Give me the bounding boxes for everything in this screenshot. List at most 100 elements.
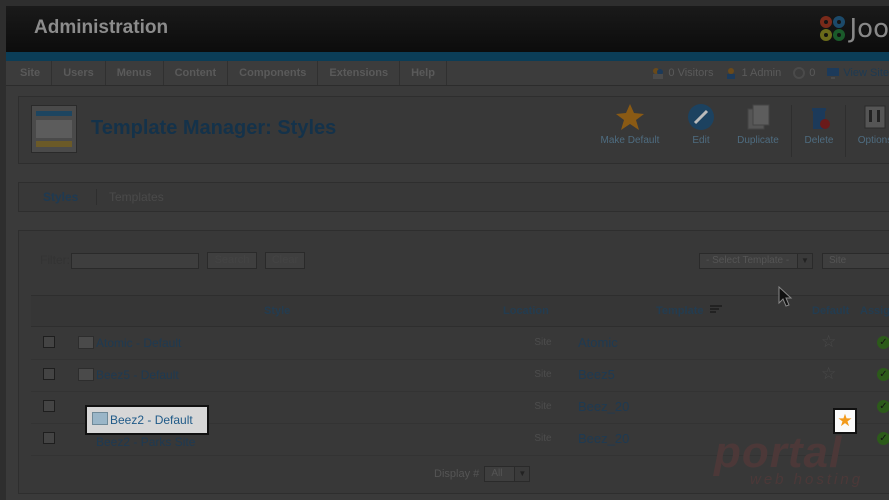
admin-title: Administration bbox=[34, 17, 169, 38]
visitors-count: 0 Visitors bbox=[668, 67, 714, 79]
column-template-label: Template bbox=[656, 305, 704, 317]
options-label: Options bbox=[857, 135, 889, 146]
display-limit-select[interactable]: All ▼ bbox=[484, 466, 531, 482]
toolbar-panel: Template Manager: Styles Make Default Ed… bbox=[18, 96, 889, 164]
pagination-display: Display # All ▼ bbox=[434, 466, 531, 482]
toolbar-separator bbox=[845, 105, 846, 157]
joomla-logo-text: Joo bbox=[849, 14, 889, 44]
duplicate-label: Duplicate bbox=[737, 135, 779, 146]
style-location: Site bbox=[534, 369, 552, 380]
style-template-link[interactable]: Beez_20 bbox=[578, 431, 629, 446]
filter-label: Filter: bbox=[40, 253, 70, 267]
mouse-cursor-icon bbox=[778, 285, 794, 308]
table-row: Atomic - Default Site Atomic ☆ ✓ bbox=[31, 327, 889, 360]
joomla-logo: Joo bbox=[818, 11, 889, 47]
display-limit-value: All bbox=[491, 468, 503, 479]
column-assigned[interactable]: Assign bbox=[860, 296, 889, 326]
style-location: Site bbox=[534, 433, 552, 444]
template-thumbnail-icon bbox=[92, 412, 108, 425]
sort-icon bbox=[709, 296, 722, 326]
template-thumbnail-icon bbox=[78, 368, 94, 381]
header-bar: Administration Joo bbox=[6, 6, 889, 52]
menu-menus[interactable]: Menus bbox=[106, 61, 164, 85]
column-style[interactable]: Style bbox=[264, 296, 290, 326]
row-checkbox[interactable] bbox=[43, 400, 55, 412]
messages-icon bbox=[793, 67, 806, 79]
location-filter-select[interactable]: Site bbox=[822, 253, 889, 269]
admins-status: 1 Admin bbox=[725, 67, 781, 79]
view-site-link[interactable]: View Site bbox=[827, 67, 889, 79]
menu-site[interactable]: Site bbox=[9, 61, 53, 85]
portal-watermark: portal web hosting bbox=[714, 428, 864, 489]
tab-templates[interactable]: Templates bbox=[109, 183, 164, 211]
style-name-link[interactable]: Beez5 - Default bbox=[96, 368, 179, 382]
column-default[interactable]: Default bbox=[812, 296, 849, 326]
visitors-icon bbox=[652, 67, 664, 79]
tab-styles[interactable]: Styles bbox=[43, 183, 78, 211]
edit-icon bbox=[686, 103, 716, 131]
watermark-brand: portal bbox=[714, 428, 843, 477]
style-template-link[interactable]: Atomic bbox=[578, 335, 618, 350]
template-thumbnail-icon bbox=[78, 336, 94, 349]
table-row: Beez5 - Default Site Beez5 ☆ ✓ bbox=[31, 359, 889, 392]
location-filter-value: Site bbox=[829, 255, 847, 266]
admins-count: 1 Admin bbox=[741, 67, 782, 79]
row-checkbox[interactable] bbox=[43, 336, 55, 348]
default-star-icon[interactable]: ☆ bbox=[821, 333, 836, 351]
column-template[interactable]: Template bbox=[656, 296, 722, 326]
menu-users[interactable]: Users bbox=[52, 61, 106, 85]
search-button[interactable]: Search bbox=[207, 252, 257, 269]
messages-count: 0 bbox=[809, 67, 816, 79]
row-checkbox[interactable] bbox=[43, 368, 55, 380]
options-button[interactable]: Options bbox=[853, 103, 889, 146]
make-default-label: Make Default bbox=[600, 135, 660, 146]
highlighted-style-name: Beez2 - Default bbox=[110, 413, 193, 427]
style-template-link[interactable]: Beez5 bbox=[578, 367, 615, 382]
highlighted-style-link[interactable]: Beez2 - Default bbox=[85, 405, 209, 435]
submenu-tabs: Styles Templates bbox=[18, 182, 889, 212]
messages-status[interactable]: 0 bbox=[793, 67, 815, 79]
chevron-down-icon: ▼ bbox=[514, 467, 530, 481]
style-location: Site bbox=[534, 337, 552, 348]
style-location: Site bbox=[534, 401, 552, 412]
chevron-down-icon: ▼ bbox=[797, 254, 812, 268]
style-template-link[interactable]: Beez_20 bbox=[578, 399, 629, 414]
monitor-icon bbox=[827, 67, 840, 79]
table-header: Style Location Template Default Assign bbox=[31, 295, 889, 327]
template-filter-select[interactable]: - Select Template - ▼ bbox=[699, 253, 813, 269]
delete-label: Delete bbox=[804, 135, 834, 146]
row-checkbox[interactable] bbox=[43, 432, 55, 444]
delete-button[interactable]: Delete bbox=[799, 103, 839, 146]
clear-button[interactable]: Clear bbox=[265, 252, 305, 269]
watermark-subtitle: web hosting bbox=[750, 471, 864, 488]
duplicate-button[interactable]: Duplicate bbox=[731, 103, 785, 146]
edit-label: Edit bbox=[692, 135, 710, 146]
style-name-link[interactable]: Beez2 - Parks Site bbox=[96, 435, 195, 449]
menu-components[interactable]: Components bbox=[228, 61, 319, 85]
edit-button[interactable]: Edit bbox=[679, 103, 723, 146]
default-star-icon[interactable]: ☆ bbox=[821, 365, 836, 383]
options-icon bbox=[860, 103, 889, 131]
menu-help[interactable]: Help bbox=[400, 61, 447, 85]
main-menu: Site Users Menus Content Components Exte… bbox=[6, 61, 889, 86]
style-name-link[interactable]: Atomic - Default bbox=[96, 336, 181, 350]
toolbar-separator bbox=[791, 105, 792, 157]
status-bar: 0 Visitors 1 Admin 0 View Site bbox=[640, 61, 889, 85]
page-title: Template Manager: Styles bbox=[91, 117, 337, 139]
template-manager-icon bbox=[31, 105, 77, 153]
header-accent-line bbox=[6, 52, 889, 61]
admin-window: Administration Joo Site Users Menus Cont… bbox=[6, 6, 889, 500]
make-default-button[interactable]: Make Default bbox=[595, 103, 665, 146]
menu-extensions[interactable]: Extensions bbox=[318, 61, 401, 85]
menu-content[interactable]: Content bbox=[164, 61, 229, 85]
assigned-check-icon: ✓ bbox=[877, 368, 889, 381]
display-label: Display # bbox=[434, 467, 480, 480]
column-location[interactable]: Location bbox=[503, 296, 549, 326]
assigned-check-icon: ✓ bbox=[877, 400, 889, 413]
duplicate-icon bbox=[743, 103, 773, 131]
star-icon bbox=[615, 103, 645, 131]
filter-search-input[interactable] bbox=[71, 253, 199, 269]
admin-icon bbox=[725, 67, 737, 79]
trash-icon bbox=[804, 103, 834, 131]
assigned-check-icon: ✓ bbox=[877, 336, 889, 349]
